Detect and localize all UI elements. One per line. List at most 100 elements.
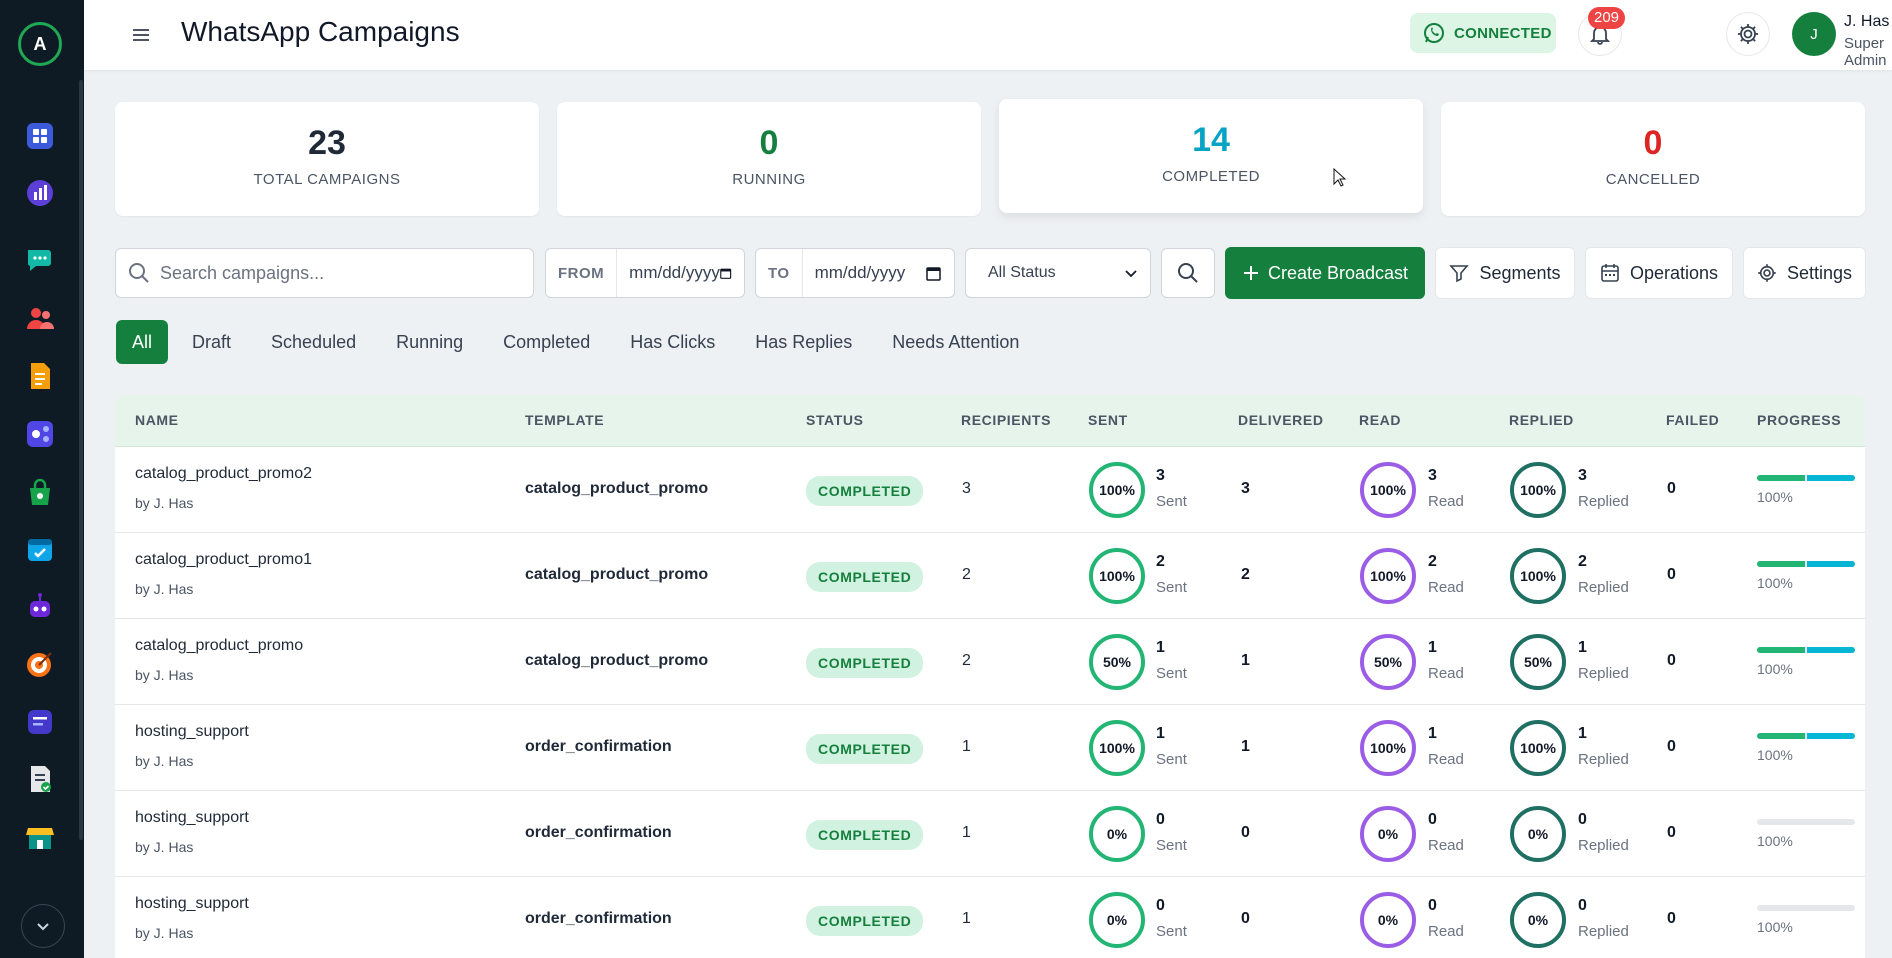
campaign-name[interactable]: hosting_support [135, 809, 249, 827]
campaign-template: order_confirmation [525, 738, 672, 755]
stat-card-completed[interactable]: 14 COMPLETED [999, 99, 1423, 213]
table-row[interactable]: hosting_support by J. Has order_confirmati… [115, 705, 1865, 791]
table-row[interactable]: hosting_support by J. Has order_confirmati… [115, 791, 1865, 877]
campaign-name[interactable]: catalog_product_promo2 [135, 465, 312, 483]
tab-draft[interactable]: Draft [172, 320, 251, 364]
status-badge: COMPLETED [806, 562, 924, 592]
read-ring: 0% [1360, 806, 1416, 862]
progress-bar-delivered [1807, 647, 1855, 653]
recipients-count: 3 [962, 480, 971, 497]
chat-icon[interactable] [24, 243, 56, 275]
stat-value: 0 [759, 124, 779, 162]
campaign-name[interactable]: catalog_product_promo [135, 637, 303, 655]
calendar-picker-icon[interactable] [926, 265, 954, 281]
calendar-icon[interactable] [24, 533, 56, 565]
user-role: Super Admin [1844, 35, 1887, 69]
from-date-field[interactable]: FROM mm/dd/yyyy [545, 248, 745, 298]
menu-icon[interactable] [128, 22, 154, 48]
sidebar-scrollbar[interactable] [79, 80, 83, 840]
replied-label: Replied [1578, 837, 1629, 854]
column-header-name[interactable]: NAME [135, 412, 179, 428]
tab-completed[interactable]: Completed [483, 320, 610, 364]
stat-card-total[interactable]: 23 TOTAL CAMPAIGNS [115, 102, 539, 216]
campaign-name[interactable]: hosting_support [135, 895, 249, 913]
stat-card-cancelled[interactable]: 0 CANCELLED [1441, 102, 1865, 216]
progress-bar [1757, 905, 1855, 911]
forms-icon[interactable] [24, 706, 56, 738]
tab-has-replies[interactable]: Has Replies [735, 320, 872, 364]
column-header-template[interactable]: TEMPLATE [525, 412, 604, 428]
tab-running[interactable]: Running [376, 320, 483, 364]
sent-count: 1 [1156, 725, 1165, 742]
analytics-icon[interactable] [24, 177, 56, 209]
tab-scheduled[interactable]: Scheduled [251, 320, 376, 364]
reports-icon[interactable] [24, 763, 56, 795]
replied-count: 0 [1578, 811, 1587, 828]
user-avatar[interactable]: J [1792, 12, 1836, 56]
column-header-sent[interactable]: SENT [1088, 412, 1128, 428]
table-row[interactable]: hosting_support by J. Has order_confirmati… [115, 877, 1865, 958]
stat-label: COMPLETED [1162, 168, 1260, 185]
progress-text: 100% [1757, 489, 1793, 505]
status-filter-select[interactable]: All Status [965, 248, 1151, 298]
sent-count: 0 [1156, 811, 1165, 828]
to-date-input[interactable]: mm/dd/yyyy [803, 263, 926, 283]
column-header-failed[interactable]: FAILED [1666, 412, 1719, 428]
create-broadcast-button[interactable]: Create Broadcast [1225, 247, 1425, 299]
campaign-author: by J. Has [135, 495, 194, 511]
calendar-picker-icon[interactable] [720, 265, 744, 281]
replied-count: 1 [1578, 639, 1587, 656]
progress-bar [1757, 819, 1855, 825]
tab-has-clicks[interactable]: Has Clicks [610, 320, 735, 364]
app-logo[interactable]: A [18, 22, 62, 66]
tab-needs-attention[interactable]: Needs Attention [872, 320, 1039, 364]
sidebar: A [0, 0, 84, 958]
templates-icon[interactable] [24, 360, 56, 392]
gear-icon [1758, 264, 1776, 282]
column-header-delivered[interactable]: DELIVERED [1238, 412, 1324, 428]
segments-button[interactable]: Segments [1435, 247, 1575, 299]
flows-icon[interactable] [24, 418, 56, 450]
column-header-status[interactable]: STATUS [806, 412, 864, 428]
operations-label: Operations [1629, 262, 1719, 283]
table-row[interactable]: catalog_product_promo1 by J. Has catalog_p… [115, 533, 1865, 619]
sent-label: Sent [1156, 579, 1187, 596]
table-row[interactable]: catalog_product_promo2 by J. Has catalog_p… [115, 447, 1865, 533]
search-input[interactable] [160, 262, 500, 284]
settings-icon-button[interactable] [1726, 12, 1770, 56]
target-icon[interactable] [24, 648, 56, 680]
create-broadcast-label: Create Broadcast [1267, 262, 1409, 283]
campaign-name[interactable]: catalog_product_promo1 [135, 551, 312, 569]
read-ring: 100% [1360, 720, 1416, 776]
table-row[interactable]: catalog_product_promo by J. Has catalog_pr… [115, 619, 1865, 705]
column-header-read[interactable]: READ [1359, 412, 1401, 428]
user-name[interactable]: J. Has [1844, 13, 1889, 31]
sent-ring: 0% [1089, 892, 1145, 948]
sent-label: Sent [1156, 923, 1187, 940]
stat-label: CANCELLED [1605, 171, 1701, 188]
column-header-progress[interactable]: PROGRESS [1757, 412, 1841, 428]
settings-button[interactable]: Settings [1743, 247, 1866, 299]
store-icon[interactable] [24, 821, 56, 853]
read-count: 0 [1428, 897, 1437, 914]
dashboard-icon[interactable] [24, 120, 56, 152]
column-header-replied[interactable]: REPLIED [1509, 412, 1574, 428]
connection-status-badge[interactable]: CONNECTED [1410, 13, 1556, 53]
contacts-icon[interactable] [24, 302, 56, 334]
recipients-count: 1 [962, 824, 971, 841]
shop-icon[interactable] [24, 476, 56, 508]
read-ring: 50% [1360, 634, 1416, 690]
sidebar-expand-button[interactable] [21, 904, 65, 948]
to-date-field[interactable]: TO mm/dd/yyyy [755, 248, 955, 298]
search-box[interactable] [115, 248, 534, 298]
progress-bar-delivered [1807, 475, 1855, 481]
from-date-input[interactable]: mm/dd/yyyy [617, 263, 720, 283]
search-button[interactable] [1161, 248, 1215, 298]
campaign-name[interactable]: hosting_support [135, 723, 249, 741]
failed-count: 0 [1667, 738, 1676, 755]
bot-icon[interactable] [24, 591, 56, 623]
stat-card-running[interactable]: 0 RUNNING [557, 102, 981, 216]
tab-all[interactable]: All [116, 320, 169, 364]
column-header-recipients[interactable]: RECIPIENTS [961, 412, 1051, 428]
operations-button[interactable]: Operations [1585, 247, 1733, 299]
